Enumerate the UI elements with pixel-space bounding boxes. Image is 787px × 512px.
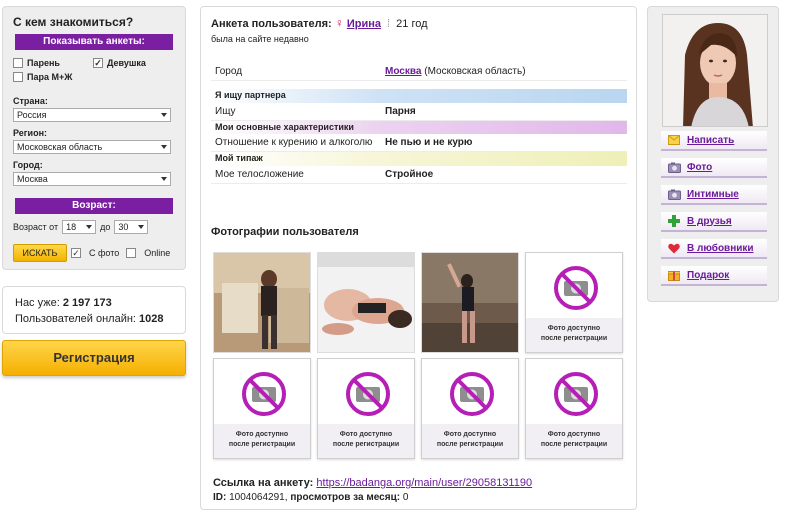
profile-panel: Анкета пользователя: ♀ Ирина ⁞ 21 год бы… bbox=[200, 6, 637, 510]
action-list: Написать Фото Интимные В друзья В любовн… bbox=[661, 131, 767, 293]
age-header: Возраст: bbox=[15, 198, 173, 214]
add-lover-button[interactable]: В любовники bbox=[661, 239, 767, 259]
locked-photo[interactable]: Фото доступно после регистрации bbox=[525, 252, 623, 353]
section-main: Мои основные характеристики bbox=[211, 120, 627, 134]
region-select[interactable]: Московская область bbox=[13, 140, 171, 154]
photos-button[interactable]: Фото bbox=[661, 158, 767, 178]
checkbox-online[interactable] bbox=[126, 248, 137, 258]
chevron-down-icon bbox=[86, 225, 93, 229]
intimate-photos-button[interactable]: Интимные bbox=[661, 185, 767, 205]
profile-name-link[interactable]: Ирина bbox=[347, 18, 381, 30]
profile-info-table: Город Москва (Московская область) Я ищу … bbox=[211, 63, 627, 184]
envelope-icon bbox=[667, 133, 681, 147]
chevron-down-icon bbox=[138, 225, 145, 229]
avatar[interactable] bbox=[662, 14, 768, 127]
search-button[interactable]: ИСКАТЬ bbox=[13, 244, 67, 262]
locked-photo[interactable]: Фото доступно после регистрации bbox=[525, 358, 623, 459]
actions-panel: Написать Фото Интимные В друзья В любовн… bbox=[647, 6, 779, 302]
age-from-select[interactable]: 18 bbox=[62, 220, 97, 234]
chevron-down-icon bbox=[161, 177, 167, 181]
gift-button[interactable]: Подарок bbox=[661, 266, 767, 286]
profile-link-line: Ссылка на анкету: https://badanga.org/ma… bbox=[213, 477, 533, 489]
add-friend-button[interactable]: В друзья bbox=[661, 212, 767, 232]
plus-icon bbox=[667, 214, 681, 228]
locked-photo[interactable]: Фото доступно после регистрации bbox=[421, 358, 519, 459]
no-camera-icon bbox=[554, 372, 598, 416]
with-photo-label: С фото bbox=[89, 248, 120, 258]
register-button[interactable]: Регистрация bbox=[2, 340, 186, 376]
no-camera-icon bbox=[242, 372, 286, 416]
seek-row: Ищу Парня bbox=[211, 102, 627, 121]
photo-thumbnail[interactable] bbox=[213, 252, 311, 353]
separator: ⁞ bbox=[387, 18, 391, 30]
online-label: Online bbox=[144, 248, 171, 258]
option-girl[interactable]: ✓ Девушка bbox=[93, 56, 173, 70]
online-users: Пользователей онлайн: 1028 bbox=[15, 313, 164, 325]
checkbox-guy[interactable] bbox=[13, 58, 23, 68]
photos-title: Фотографии пользователя bbox=[211, 226, 359, 238]
chevron-down-icon bbox=[161, 145, 167, 149]
section-seek: Я ищу партнера bbox=[211, 88, 627, 103]
profile-id-line: ID: 1004064291, просмотров за месяц: 0 bbox=[213, 492, 409, 503]
no-camera-icon bbox=[450, 372, 494, 416]
gift-icon bbox=[667, 268, 681, 282]
section-type: Мой типаж bbox=[211, 151, 627, 166]
option-couple[interactable]: Пара М+Ж bbox=[13, 70, 175, 84]
age-to-select[interactable]: 30 bbox=[114, 220, 149, 234]
photo-thumbnail[interactable] bbox=[421, 252, 519, 353]
photo-thumbnail[interactable] bbox=[317, 252, 415, 353]
profile-age: 21 год bbox=[396, 18, 428, 30]
no-camera-icon bbox=[346, 372, 390, 416]
city-row: Город Москва (Московская область) bbox=[211, 63, 627, 81]
write-message-button[interactable]: Написать bbox=[661, 131, 767, 151]
camera-icon bbox=[667, 160, 681, 174]
camera-icon bbox=[667, 187, 681, 201]
no-camera-icon bbox=[554, 266, 598, 310]
city-select[interactable]: Москва bbox=[13, 172, 171, 186]
checkbox-girl[interactable]: ✓ bbox=[93, 58, 103, 68]
country-select[interactable]: Россия bbox=[13, 108, 171, 122]
locked-photo[interactable]: Фото доступно после регистрации bbox=[317, 358, 415, 459]
show-profiles-header: Показывать анкеты: bbox=[15, 34, 173, 50]
chevron-down-icon bbox=[161, 113, 167, 117]
option-guy[interactable]: Парень bbox=[13, 56, 93, 70]
city-label: Город: bbox=[13, 160, 43, 170]
profile-header: Анкета пользователя: ♀ Ирина ⁞ 21 год bbox=[201, 7, 636, 30]
profile-url-link[interactable]: https://badanga.org/main/user/2905813119… bbox=[316, 477, 532, 489]
checkbox-couple[interactable] bbox=[13, 72, 23, 82]
photo-grid: Фото доступно после регистрации Фото дост… bbox=[213, 252, 625, 459]
last-seen: была на сайте недавно bbox=[211, 34, 309, 44]
body-row: Мое телосложение Стройное bbox=[211, 165, 627, 184]
search-title: С кем знакомиться? bbox=[13, 15, 134, 29]
heart-icon bbox=[667, 241, 681, 255]
smoke-row: Отношение к курению и алкоголю Не пью и … bbox=[211, 134, 627, 152]
search-panel: С кем знакомиться? Показывать анкеты: Па… bbox=[2, 6, 186, 270]
locked-photo[interactable]: Фото доступно после регистрации bbox=[213, 358, 311, 459]
female-icon: ♀ bbox=[334, 16, 344, 30]
stats-panel: Нас уже: 2 197 173 Пользователей онлайн:… bbox=[2, 286, 186, 334]
region-label: Регион: bbox=[13, 128, 47, 138]
city-link[interactable]: Москва bbox=[385, 66, 421, 77]
country-label: Страна: bbox=[13, 96, 48, 106]
checkbox-with-photo[interactable]: ✓ bbox=[71, 248, 81, 258]
profile-heading: Анкета пользователя: bbox=[211, 18, 332, 30]
age-to-label: до bbox=[100, 222, 111, 232]
total-users: Нас уже: 2 197 173 bbox=[15, 297, 112, 309]
age-from-label: Возраст от bbox=[13, 222, 59, 232]
